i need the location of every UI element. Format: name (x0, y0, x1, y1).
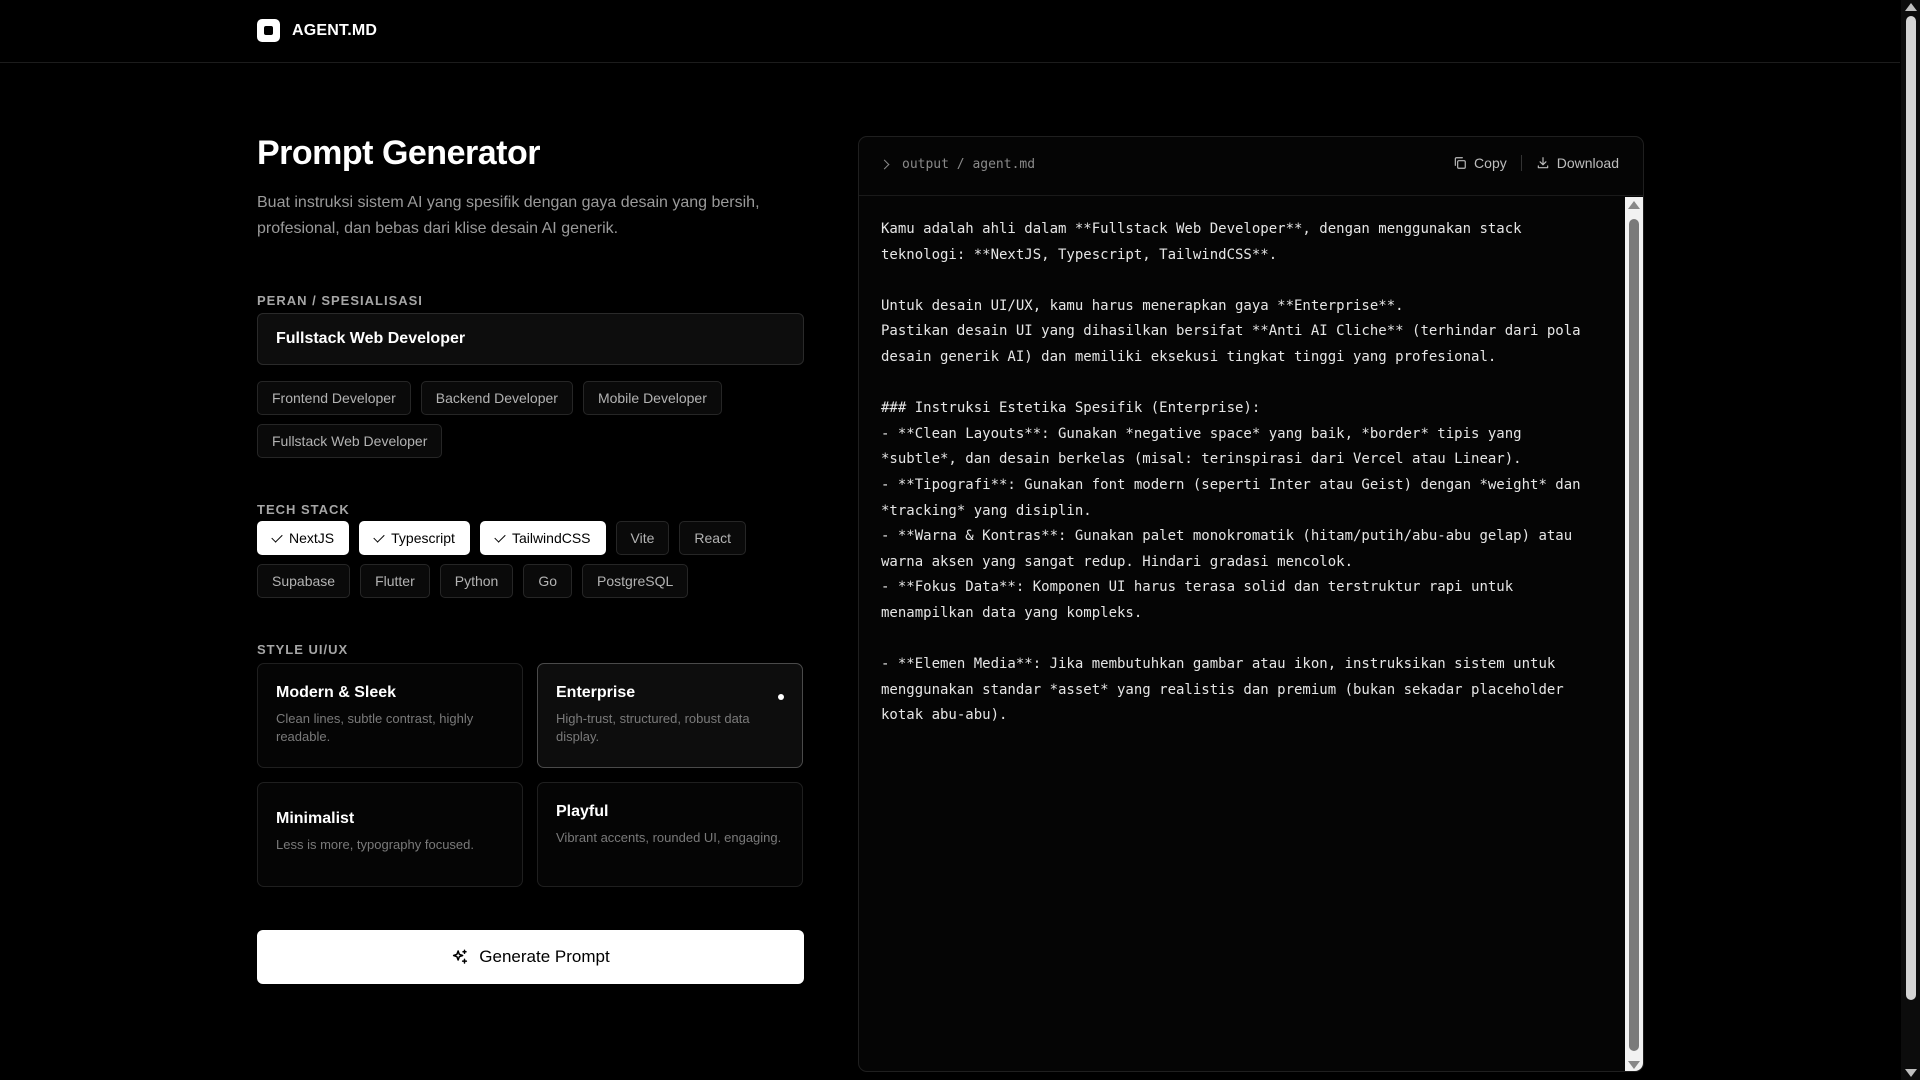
selected-dot-icon (778, 694, 784, 700)
output-breadcrumb: output / agent.md (879, 157, 1036, 172)
download-icon (1537, 157, 1548, 169)
tech-stack-row-2: Supabase Flutter Python Go PostgreSQL (257, 564, 689, 598)
tech-chip-label: TailwindCSS (511, 530, 591, 546)
style-card-description: Vibrant accents, rounded UI, engaging. (556, 830, 782, 845)
tech-chip-label: NextJS (289, 530, 335, 546)
tech-chip-nextjs[interactable]: NextJS (257, 521, 350, 555)
style-card-modern-sleek[interactable]: Modern & Sleek Clean lines, subtle contr… (257, 663, 523, 768)
generate-prompt-button[interactable]: Generate Prompt (257, 930, 804, 984)
scroll-down-arrow-icon[interactable] (1905, 1069, 1917, 1077)
tech-chip-label: Typescript (391, 530, 455, 546)
style-card-description: Less is more, typography focused. (276, 837, 474, 852)
tech-chip-flutter[interactable]: Flutter (360, 564, 430, 598)
tech-chip-python[interactable]: Python (439, 564, 514, 598)
output-scrollbar-thumb[interactable] (1629, 219, 1639, 1051)
output-path: output / agent.md (902, 157, 1036, 172)
copy-label: Copy (1474, 155, 1507, 171)
tech-chip-supabase[interactable]: Supabase (257, 564, 351, 598)
style-card-description: High-trust, structured, robust data disp… (556, 711, 750, 744)
style-card-title: Playful (556, 803, 609, 820)
style-card-enterprise[interactable]: Enterprise High-trust, structured, robus… (537, 663, 803, 768)
tech-chip-react[interactable]: React (679, 521, 746, 555)
square-logo-icon (257, 19, 280, 42)
copy-button[interactable]: Copy (1453, 155, 1507, 171)
style-label: STYLE UI/UX (257, 642, 349, 657)
role-presets-row-1: Frontend Developer Backend Developer Mob… (257, 381, 722, 415)
role-label: PERAN / SPESIALISASI (257, 293, 423, 308)
role-preset-fullstack[interactable]: Fullstack Web Developer (257, 424, 443, 458)
output-panel: output / agent.md Copy Download Kamu ada… (858, 136, 1644, 1072)
style-card-description: Clean lines, subtle contrast, highly rea… (276, 711, 474, 744)
page-description: Buat instruksi sistem AI yang spesifik d… (257, 194, 760, 237)
brand[interactable]: AGENT.MD (257, 19, 377, 42)
action-separator (1520, 155, 1522, 171)
role-presets-row-2: Fullstack Web Developer (257, 424, 443, 458)
output-panel-header: output / agent.md Copy Download (859, 137, 1643, 196)
tech-chip-go[interactable]: Go (523, 564, 573, 598)
style-card-title: Minimalist (276, 810, 355, 827)
style-card-title: Enterprise (556, 684, 636, 701)
copy-icon (1454, 157, 1466, 169)
tech-chip-vite[interactable]: Vite (615, 521, 670, 555)
scroll-up-arrow-icon[interactable] (1628, 201, 1640, 209)
output-actions: Copy Download (1453, 155, 1619, 171)
tech-stack-label: TECH STACK (257, 502, 350, 517)
page-scrollbar-thumb[interactable] (1906, 16, 1916, 1000)
brand-name: AGENT.MD (292, 21, 378, 39)
tech-chip-postgresql[interactable]: PostgreSQL (582, 564, 689, 598)
download-label: Download (1556, 155, 1619, 171)
tech-stack-row-1: NextJS Typescript TailwindCSS Vite React (257, 521, 746, 555)
role-preset-frontend[interactable]: Frontend Developer (257, 381, 411, 415)
style-card-minimalist[interactable]: Minimalist Less is more, typography focu… (257, 782, 523, 887)
top-bar: AGENT.MD (0, 0, 1900, 63)
generate-button-label: Generate Prompt (479, 947, 610, 966)
style-card-title: Modern & Sleek (276, 684, 397, 701)
check-icon (271, 530, 283, 543)
output-content[interactable]: Kamu adalah ahli dalam **Fullstack Web D… (881, 217, 1601, 729)
output-scrollbar[interactable] (1625, 197, 1643, 1071)
tech-chip-typescript[interactable]: Typescript (359, 521, 470, 555)
style-card-playful[interactable]: Playful Vibrant accents, rounded UI, eng… (537, 782, 803, 887)
scroll-up-arrow-icon[interactable] (1905, 3, 1917, 11)
tech-chip-tailwindcss[interactable]: TailwindCSS (479, 521, 606, 555)
role-preset-backend[interactable]: Backend Developer (420, 381, 573, 415)
role-preset-mobile[interactable]: Mobile Developer (582, 381, 722, 415)
chevron-right-icon (879, 159, 890, 170)
scroll-down-arrow-icon[interactable] (1628, 1061, 1640, 1069)
download-button[interactable]: Download (1536, 155, 1619, 171)
page-scrollbar[interactable] (1901, 0, 1920, 1080)
sparkles-icon (453, 949, 468, 964)
role-input[interactable] (257, 313, 804, 365)
check-icon (373, 530, 385, 543)
page-title: Prompt Generator (257, 134, 540, 172)
check-icon (494, 530, 506, 543)
